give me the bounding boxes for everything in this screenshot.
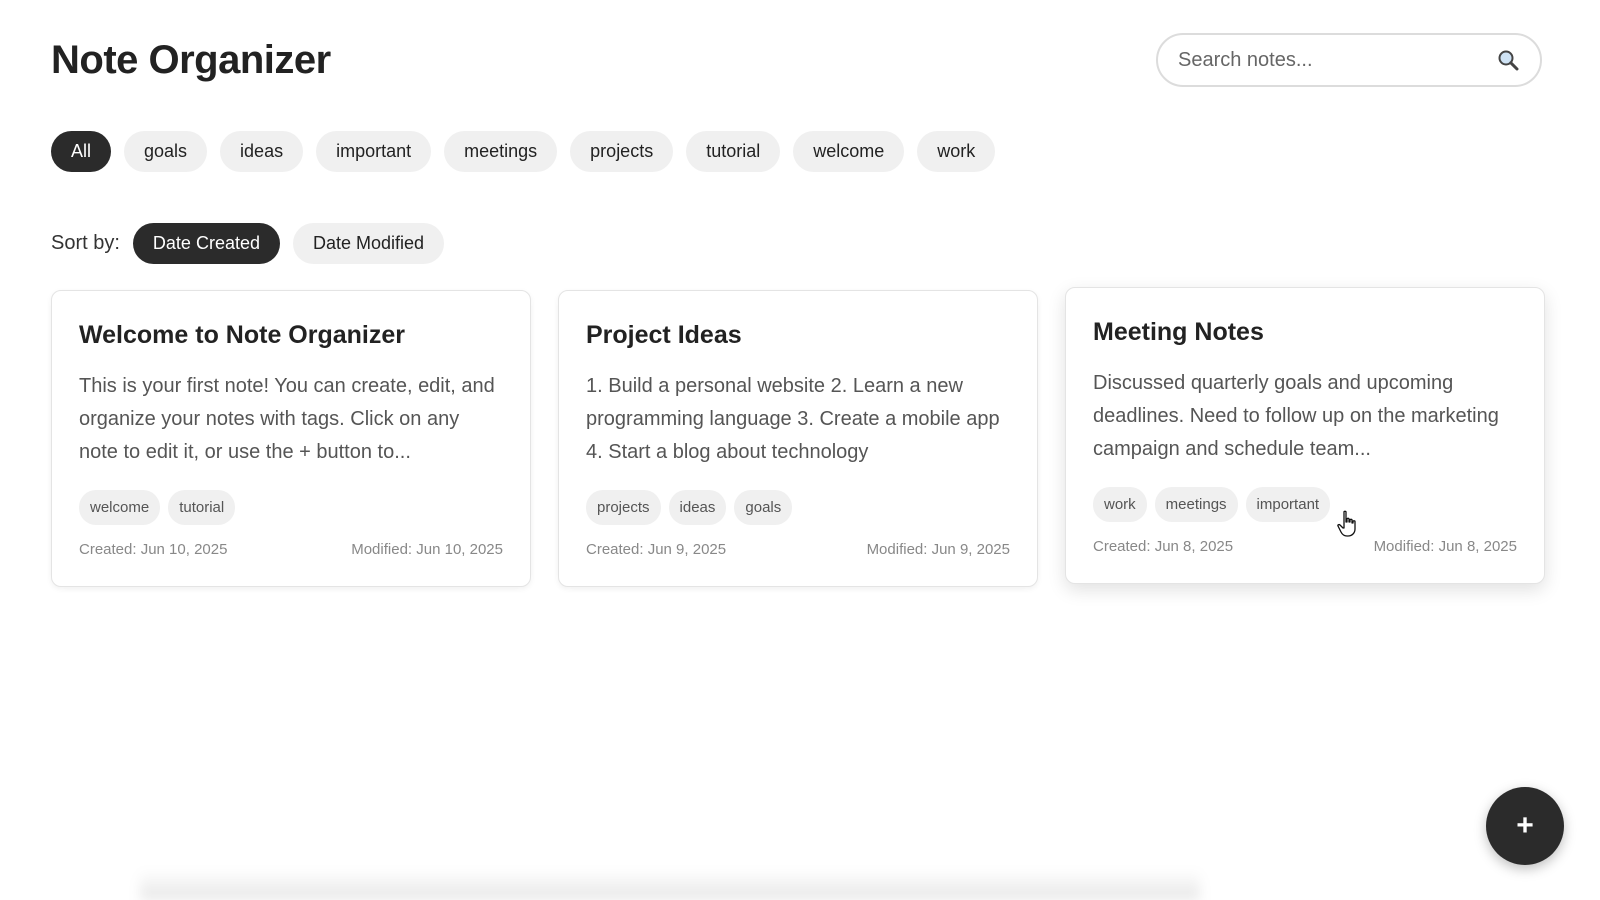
- note-title: Project Ideas: [586, 321, 742, 349]
- note-tags: welcome tutorial: [79, 490, 503, 525]
- note-tag: projects: [586, 490, 661, 525]
- tag-filter-bar: All goals ideas important meetings proje…: [51, 131, 996, 172]
- note-card[interactable]: Meeting Notes Discussed quarterly goals …: [1065, 287, 1545, 584]
- note-tag: welcome: [79, 490, 161, 525]
- note-meta: Created: Jun 9, 2025 Modified: Jun 9, 20…: [586, 541, 1010, 558]
- add-note-button[interactable]: +: [1486, 787, 1564, 865]
- filter-chip-meetings[interactable]: meetings: [444, 131, 558, 172]
- sort-bar: Sort by: Date Created Date Modified: [51, 223, 445, 264]
- hand-pointer-icon: [1336, 510, 1360, 538]
- note-tag: tutorial: [168, 490, 236, 525]
- note-preview: Discussed quarterly goals and upcoming d…: [1093, 372, 1499, 460]
- note-modified-date: Modified: Jun 8, 2025: [1373, 538, 1517, 555]
- filter-chip-welcome[interactable]: welcome: [793, 131, 905, 172]
- page-title: Note Organizer: [51, 37, 331, 82]
- note-created-date: Created: Jun 9, 2025: [586, 541, 727, 558]
- note-created-date: Created: Jun 8, 2025: [1093, 538, 1234, 555]
- note-title: Meeting Notes: [1093, 318, 1264, 346]
- search-input[interactable]: [1178, 48, 1496, 72]
- sort-date-modified-button[interactable]: Date Modified: [292, 223, 445, 264]
- bottom-shadow-decoration: [140, 870, 1200, 900]
- filter-chip-work[interactable]: work: [917, 131, 996, 172]
- filter-chip-all[interactable]: All: [51, 131, 112, 172]
- header: Note Organizer: [51, 30, 1542, 90]
- note-preview: 1. Build a personal website 2. Learn a n…: [586, 375, 1000, 463]
- filter-chip-projects[interactable]: projects: [570, 131, 674, 172]
- note-modified-date: Modified: Jun 9, 2025: [866, 541, 1010, 558]
- filter-chip-ideas[interactable]: ideas: [220, 131, 304, 172]
- notes-grid: Welcome to Note Organizer This is your f…: [51, 287, 1545, 587]
- note-preview: This is your first note! You can create,…: [79, 375, 495, 463]
- filter-chip-goals[interactable]: goals: [124, 131, 208, 172]
- note-meta: Created: Jun 8, 2025 Modified: Jun 8, 20…: [1093, 538, 1517, 555]
- search-icon[interactable]: [1496, 48, 1520, 72]
- note-card[interactable]: Welcome to Note Organizer This is your f…: [51, 290, 531, 587]
- note-tag: meetings: [1154, 487, 1238, 522]
- note-tag: goals: [734, 490, 793, 525]
- note-created-date: Created: Jun 10, 2025: [79, 541, 228, 558]
- note-tag: ideas: [668, 490, 727, 525]
- filter-chip-important[interactable]: important: [316, 131, 432, 172]
- sort-date-created-button[interactable]: Date Created: [132, 223, 280, 264]
- note-modified-date: Modified: Jun 10, 2025: [351, 541, 503, 558]
- search-box[interactable]: [1156, 33, 1542, 87]
- note-tag: work: [1093, 487, 1147, 522]
- note-tags: projects ideas goals: [586, 490, 1010, 525]
- note-tags: work meetings important: [1093, 487, 1517, 522]
- note-tag: important: [1245, 487, 1331, 522]
- filter-chip-tutorial[interactable]: tutorial: [686, 131, 781, 172]
- note-meta: Created: Jun 10, 2025 Modified: Jun 10, …: [79, 541, 503, 558]
- note-title: Welcome to Note Organizer: [79, 321, 405, 349]
- app-root: Note Organizer All goals ideas important…: [0, 0, 1600, 900]
- note-card[interactable]: Project Ideas 1. Build a personal websit…: [558, 290, 1038, 587]
- sort-label: Sort by:: [51, 232, 120, 254]
- plus-icon: +: [1516, 809, 1534, 842]
